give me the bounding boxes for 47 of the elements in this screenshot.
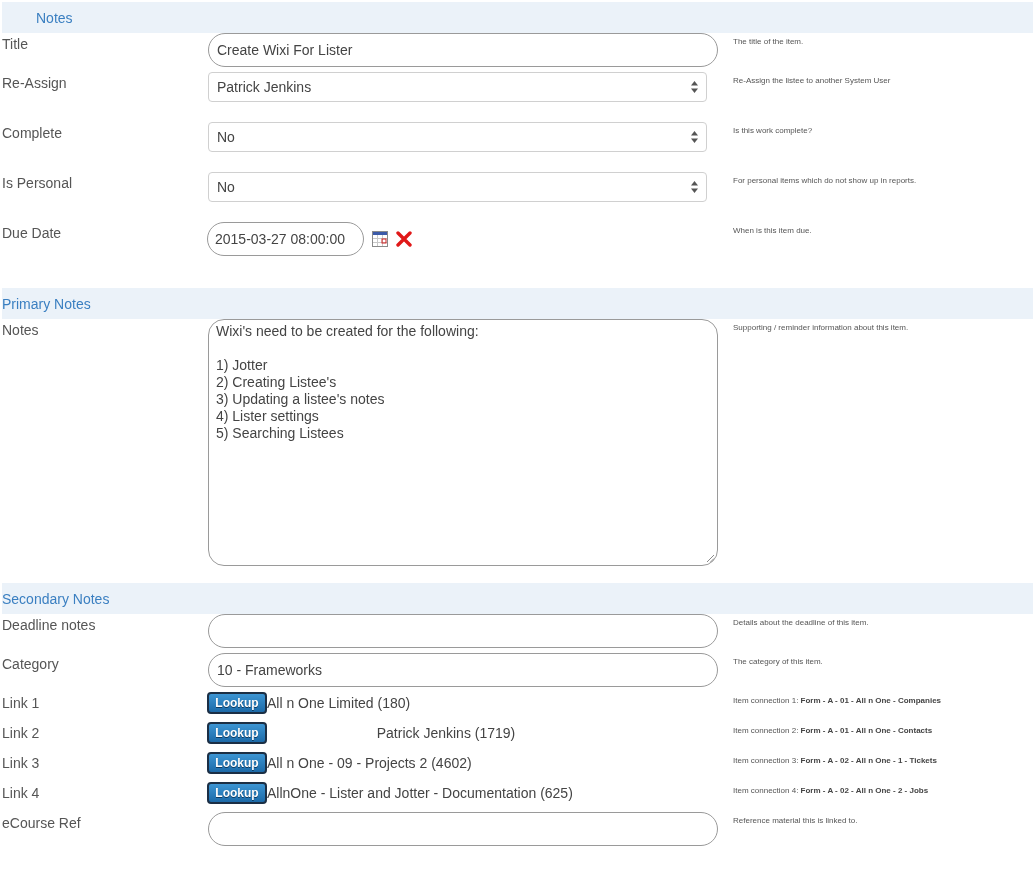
field-label: Category: [2, 655, 59, 672]
notes-textarea[interactable]: Wixi's need to be created for the following: 1) Jotter 2) Creating Listee's 3) Updating a listee's notes 4) Lister settings 5) Searching Listees: [208, 319, 718, 566]
field-label: Link 2: [2, 724, 40, 741]
select-field[interactable]: No: [208, 172, 707, 202]
sort-arrows-icon: [691, 131, 698, 143]
help-text: Item connection 4: Form - A - 02 - All n One - 2 - Jobs: [733, 786, 929, 796]
resize-grip-icon[interactable]: [706, 554, 714, 562]
field-label: Is Personal: [2, 174, 73, 191]
help-text: The title of the item.: [733, 37, 804, 47]
field-label: Link 1: [2, 694, 40, 711]
lookup-button[interactable]: Lookup: [207, 722, 267, 744]
lookup-button[interactable]: Lookup: [207, 752, 267, 774]
field-label: Re-Assign: [2, 74, 67, 91]
section-header: Primary Notes: [2, 288, 1033, 319]
help-text: For personal items which do not show up in reports.: [733, 176, 917, 186]
help-text: The category of this item.: [733, 657, 823, 667]
calendar-icon[interactable]: [372, 231, 388, 247]
link-value: All n One - 09 - Projects 2 (4602): [267, 755, 472, 771]
field-label: Link 4: [2, 784, 40, 801]
field-label: eCourse Ref: [2, 814, 81, 831]
help-text: Re-Assign the listee to another System User: [733, 76, 891, 86]
field-label: Due Date: [2, 224, 62, 241]
lookup-button[interactable]: Lookup: [207, 692, 267, 714]
help-text: Is this work complete?: [733, 126, 813, 136]
field-label: Deadline notes: [2, 616, 96, 633]
help-text: When is this item due.: [733, 226, 812, 236]
help-text: Item connection 2: Form - A - 01 - All n One - Contacts: [733, 726, 933, 736]
help-text: Item connection 1: Form - A - 01 - All n One - Companies: [733, 696, 942, 706]
field-label: Notes: [2, 321, 39, 338]
link-value: AllnOne - Lister and Jotter - Documentation (625): [267, 785, 573, 801]
cross-icon[interactable]: [396, 231, 412, 247]
lookup-button[interactable]: Lookup: [207, 782, 267, 804]
link-value: Patrick Jenkins (1719): [375, 725, 517, 741]
help-text: Reference material this is linked to.: [733, 816, 858, 826]
select-field[interactable]: No: [208, 122, 707, 152]
link-value: All n One Limited (180): [267, 695, 411, 711]
field-label: Complete: [2, 124, 62, 141]
sort-arrows-icon: [691, 81, 698, 93]
section-header: Notes: [2, 2, 1033, 33]
sort-arrows-icon: [691, 181, 698, 193]
select-field[interactable]: Patrick Jenkins: [208, 72, 707, 102]
help-text: Item connection 3: Form - A - 02 - All n One - 1 - Tickets: [733, 756, 937, 766]
field-label: Title: [2, 35, 28, 52]
section-header: Secondary Notes: [2, 583, 1033, 614]
field-label: Link 3: [2, 754, 40, 771]
help-text: Supporting / reminder information about this item.: [733, 323, 909, 333]
help-text: Details about the deadline of this item.: [733, 618, 869, 628]
